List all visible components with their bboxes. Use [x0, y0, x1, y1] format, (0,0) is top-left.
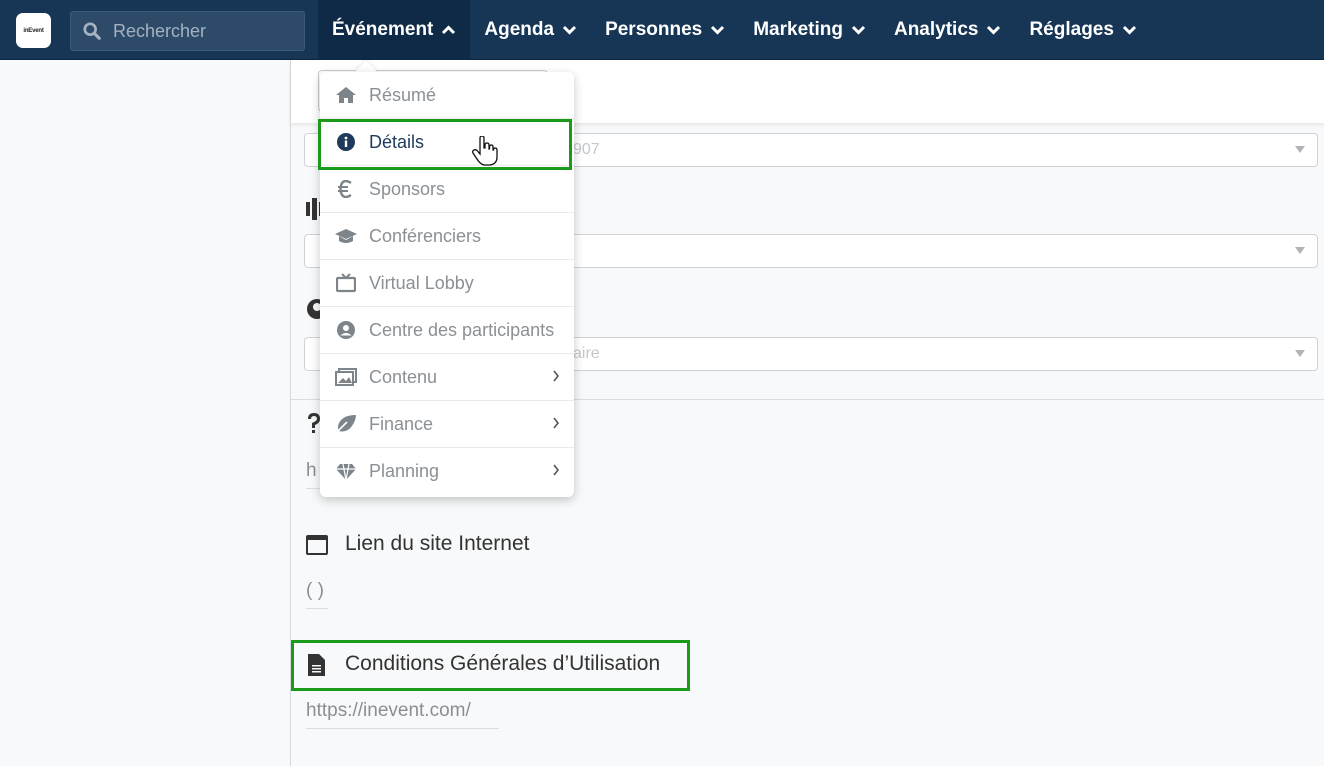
chevron-up-icon: [442, 25, 456, 35]
menu-item-centre-participants[interactable]: Centre des participants: [320, 307, 574, 354]
app-logo[interactable]: inEvent: [16, 13, 51, 48]
images-icon: [334, 368, 358, 386]
home-icon: [334, 86, 358, 104]
caret-down-icon: [1295, 350, 1305, 357]
menu-label: Centre des participants: [369, 319, 555, 340]
menu-label: Conférenciers: [369, 225, 482, 246]
menu-item-conferenciers[interactable]: Conférenciers: [320, 213, 574, 260]
menu-item-planning[interactable]: Planning: [320, 448, 574, 495]
caret-down-icon: [1295, 146, 1305, 153]
nav-reglages[interactable]: Réglages: [1015, 0, 1150, 60]
details-highlight: [318, 119, 572, 170]
browser-window-icon: [306, 535, 328, 555]
select-3-value: aire: [573, 345, 600, 362]
menu-label: Planning: [369, 461, 440, 481]
website-value: ( ): [306, 580, 324, 601]
nav-personnes[interactable]: Personnes: [591, 0, 739, 60]
nav-label: Marketing: [753, 19, 843, 40]
nav-evenement[interactable]: Événement: [318, 0, 471, 60]
terms-url-value: https://inevent.com/: [306, 700, 471, 721]
menu-item-resume[interactable]: Résumé: [320, 72, 574, 119]
euro-icon: [334, 180, 358, 198]
menu-item-finance[interactable]: Finance: [320, 401, 574, 448]
diamond-icon: [334, 463, 358, 481]
caret-down-icon: [1295, 247, 1305, 254]
menu-item-contenu[interactable]: Contenu: [320, 354, 574, 401]
terms-url-field[interactable]: https://inevent.com/: [306, 700, 499, 729]
hand-cursor-icon: [472, 136, 498, 166]
search-input[interactable]: [113, 20, 293, 42]
terms-title: Conditions Générales d’Utilisation: [345, 652, 661, 675]
graduation-cap-icon: [334, 228, 358, 244]
chevron-down-icon: [851, 25, 866, 35]
chevron-right-icon: [553, 370, 560, 382]
chevron-right-icon: [553, 417, 560, 429]
nav-analytics[interactable]: Analytics: [880, 0, 1015, 60]
search-icon: [83, 22, 101, 40]
nav-label: Analytics: [893, 19, 979, 40]
chevron-down-icon: [711, 25, 725, 35]
nav-agenda[interactable]: Agenda: [470, 0, 591, 60]
user-circle-icon: [334, 321, 358, 339]
nav-label: Événement: [332, 19, 434, 40]
top-navbar: inEvent Événement Agenda Personnes Marke…: [0, 0, 1324, 60]
menu-item-sponsors[interactable]: Sponsors: [320, 166, 574, 213]
leaf-icon: [334, 414, 358, 434]
tv-icon: [334, 273, 358, 293]
nav-label: Personnes: [605, 19, 703, 40]
menu-label: Contenu: [369, 366, 438, 387]
menu-item-virtual-lobby[interactable]: Virtual Lobby: [320, 260, 574, 307]
chevron-down-icon: [987, 25, 1001, 35]
menu-label: Finance: [369, 413, 434, 434]
search-box[interactable]: [70, 11, 305, 51]
select-1-value: 907: [573, 141, 600, 158]
main-nav: Événement Agenda Personnes Marketing Ana…: [318, 0, 1151, 60]
chevron-down-icon: [563, 25, 577, 35]
website-field[interactable]: ( ): [306, 580, 328, 609]
chevron-right-icon: [553, 464, 560, 476]
url-partial-text: h: [306, 460, 317, 481]
website-title: Lien du site Internet: [345, 532, 530, 555]
menu-label: Sponsors: [369, 178, 446, 199]
logo-text: inEvent: [23, 27, 44, 34]
nav-label: Agenda: [484, 19, 555, 40]
file-text-icon: [308, 654, 325, 676]
left-blank-pane: [0, 60, 290, 766]
nav-label: Réglages: [1029, 19, 1114, 40]
menu-label: Virtual Lobby: [369, 272, 474, 293]
chevron-down-icon: [1122, 25, 1136, 35]
menu-label: Résumé: [369, 84, 437, 105]
nav-marketing[interactable]: Marketing: [739, 0, 880, 60]
